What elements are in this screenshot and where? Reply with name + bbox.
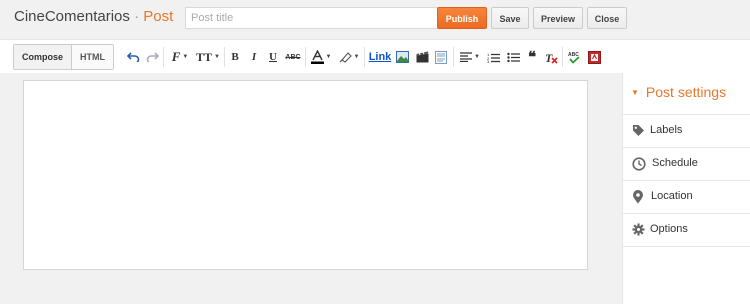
- gear-icon: [632, 223, 646, 237]
- tag-icon: [632, 124, 646, 138]
- sidebar-item-location[interactable]: Location: [623, 180, 750, 213]
- toolbar-divider: [453, 47, 454, 67]
- language-input-icon[interactable]: [587, 49, 601, 65]
- sidebar-item-label: Labels: [650, 124, 683, 136]
- sidebar-item-label: Location: [651, 190, 693, 202]
- align-icon[interactable]: ▼: [459, 49, 481, 65]
- toolbar-divider: [224, 47, 225, 67]
- underline-icon[interactable]: U: [267, 49, 279, 65]
- toolbar-divider: [364, 47, 365, 67]
- mode-switch: Compose HTML: [13, 44, 115, 70]
- insert-video-icon[interactable]: [415, 49, 429, 65]
- text-color-icon[interactable]: ▼: [310, 49, 332, 65]
- blog-title: CineComentarios · Post: [14, 8, 173, 25]
- sidebar-item-label: Options: [650, 223, 688, 235]
- numbered-list-icon[interactable]: 123: [486, 49, 500, 65]
- top-bar: CineComentarios · Post Publish Save Prev…: [0, 0, 750, 38]
- save-button[interactable]: Save: [491, 7, 529, 29]
- map-pin-icon: [632, 190, 646, 204]
- compose-mode-button[interactable]: Compose: [14, 45, 72, 69]
- italic-icon[interactable]: I: [248, 49, 260, 65]
- bold-icon[interactable]: B: [229, 49, 241, 65]
- post-body-editor[interactable]: [23, 80, 588, 270]
- post-settings-label: Post settings: [645, 84, 727, 100]
- toolbar-divider: [163, 47, 164, 67]
- bulleted-list-icon[interactable]: [506, 49, 520, 65]
- strikethrough-icon[interactable]: ABC: [285, 49, 301, 65]
- sidebar-item-label: Schedule: [652, 157, 698, 169]
- undo-icon[interactable]: [126, 49, 140, 65]
- title-separator: ·: [134, 8, 140, 25]
- sidebar-item-schedule[interactable]: Schedule: [623, 147, 750, 180]
- svg-text:ABC: ABC: [568, 52, 579, 58]
- redo-icon[interactable]: [145, 49, 159, 65]
- sidebar-item-options[interactable]: Options: [623, 213, 750, 247]
- quote-icon[interactable]: ❝: [525, 49, 539, 66]
- preview-button[interactable]: Preview: [533, 7, 583, 29]
- highlight-color-icon[interactable]: ▼: [337, 49, 361, 65]
- collapse-arrow-icon: ▼: [631, 88, 639, 97]
- remove-formatting-icon[interactable]: T: [544, 49, 558, 65]
- close-button[interactable]: Close: [587, 7, 627, 29]
- font-size-icon[interactable]: TT ▼: [196, 49, 220, 65]
- post-settings-sidebar: ▼ Post settings Labels Schedule Location …: [622, 73, 750, 304]
- editor-toolbar: Compose HTML F ▼ TT ▼ B I U ABC ▼ ▼ Link ▼…: [0, 39, 750, 74]
- publish-button[interactable]: Publish: [437, 7, 487, 29]
- spellcheck-icon[interactable]: ABC: [567, 49, 581, 65]
- svg-text:3: 3: [487, 59, 490, 63]
- insert-image-icon[interactable]: [395, 49, 409, 65]
- font-family-icon[interactable]: F ▼: [169, 49, 191, 65]
- link-button[interactable]: Link: [369, 49, 392, 65]
- post-title-input[interactable]: [185, 7, 442, 29]
- toolbar-divider: [305, 47, 306, 67]
- insert-jump-break-icon[interactable]: [434, 49, 448, 65]
- clock-icon: [632, 157, 646, 171]
- toolbar-divider: [562, 47, 563, 67]
- blog-name: CineComentarios: [14, 8, 130, 25]
- sidebar-item-labels[interactable]: Labels: [623, 114, 750, 147]
- post-settings-heading[interactable]: ▼ Post settings: [631, 84, 726, 100]
- svg-text:T: T: [545, 51, 553, 64]
- section-name: Post: [143, 8, 174, 25]
- html-mode-button[interactable]: HTML: [71, 45, 114, 69]
